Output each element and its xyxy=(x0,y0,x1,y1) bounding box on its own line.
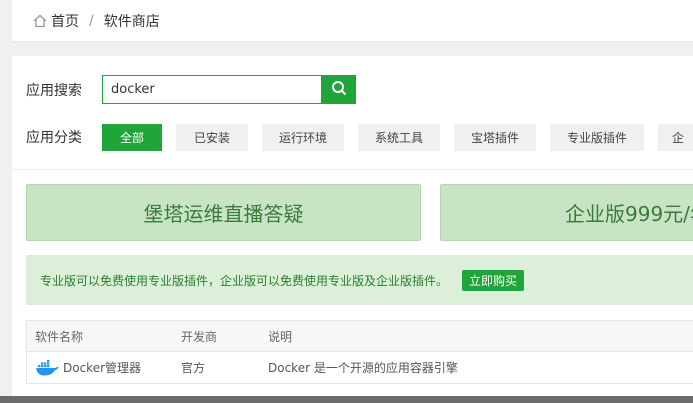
promo-bar: 专业版可以免费使用专业版插件，企业版可以免费使用专业版及企业版插件。 立即购买 xyxy=(26,255,693,305)
cell-developer: 官方 xyxy=(181,361,206,375)
category-pro-plugins[interactable]: 专业版插件 xyxy=(550,123,644,151)
category-installed[interactable]: 已安装 xyxy=(176,123,248,151)
buy-now-button[interactable]: 立即购买 xyxy=(462,269,525,291)
category-bt-plugins[interactable]: 宝塔插件 xyxy=(454,123,536,151)
promo-text: 专业版可以免费使用专业版插件，企业版可以免费使用专业版及企业版插件。 xyxy=(40,273,449,288)
header-name: 软件名称 xyxy=(35,329,84,344)
bottom-bar xyxy=(0,396,693,403)
breadcrumb-current: 软件商店 xyxy=(103,13,160,30)
search-row: 应用搜索 xyxy=(26,75,356,104)
table-header: 软件名称 开发商 说明 xyxy=(27,321,693,352)
search-input[interactable] xyxy=(102,75,321,104)
category-row: 应用分类 全部 已安装 运行环境 系统工具 宝塔插件 专业版插件 企 xyxy=(26,123,693,151)
header-developer: 开发商 xyxy=(181,329,218,344)
category-system-tools[interactable]: 系统工具 xyxy=(358,123,440,151)
search-button[interactable] xyxy=(321,75,356,104)
docker-icon xyxy=(35,359,59,376)
breadcrumb-separator: / xyxy=(89,12,94,29)
home-icon[interactable] xyxy=(33,14,47,28)
app-store-page: 首页 / 软件商店 应用搜索 应用分类 全部 已安装 运行环境 系统工具 xyxy=(0,0,693,403)
breadcrumb-home[interactable]: 首页 xyxy=(51,11,79,31)
search-label: 应用搜索 xyxy=(26,82,82,99)
table-row[interactable]: Docker管理器 官方 Docker 是一个开源的应用容器引擎 xyxy=(27,352,693,384)
category-enterprise[interactable]: 企 xyxy=(658,123,693,151)
category-label: 应用分类 xyxy=(26,130,82,146)
software-table: 软件名称 开发商 说明 Docker管理器 官方 Docker 是一个开源的应用… xyxy=(26,320,693,384)
main-panel: 应用搜索 应用分类 全部 已安装 运行环境 系统工具 宝塔插件 专业版插件 企 xyxy=(12,56,693,396)
software-name[interactable]: Docker管理器 xyxy=(63,359,141,376)
category-all[interactable]: 全部 xyxy=(102,123,162,151)
divider xyxy=(12,169,693,170)
header-description: 说明 xyxy=(268,329,293,344)
category-runtime[interactable]: 运行环境 xyxy=(262,123,344,151)
cell-description: Docker 是一个开源的应用容器引擎 xyxy=(268,361,458,375)
enterprise-banner[interactable]: 企业版999元/年 xyxy=(440,184,693,241)
cell-name: Docker管理器 xyxy=(27,359,181,376)
breadcrumb: 首页 / 软件商店 xyxy=(12,0,693,42)
live-qa-banner[interactable]: 堡塔运维直播答疑 xyxy=(26,184,421,241)
search-icon xyxy=(331,80,347,100)
